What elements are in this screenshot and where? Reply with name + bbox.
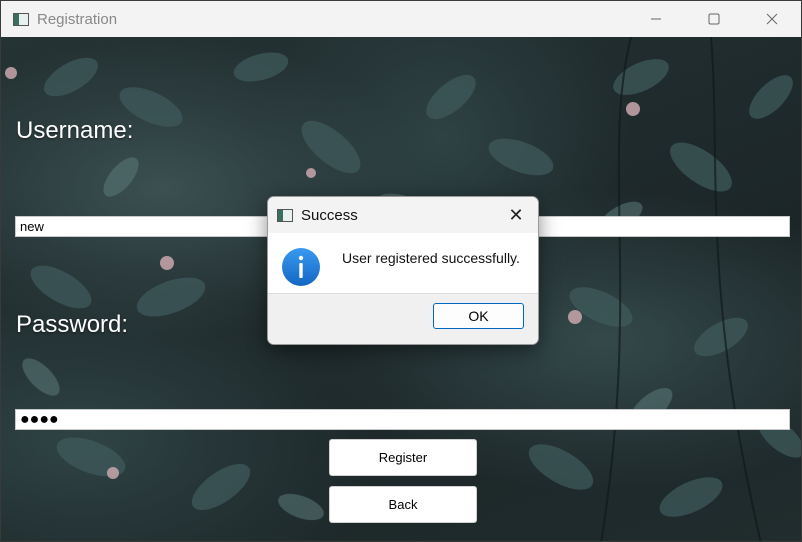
maximize-icon	[708, 13, 720, 25]
dialog-close-button[interactable]: ✕	[504, 203, 528, 227]
app-icon	[13, 12, 29, 26]
minimize-button[interactable]	[627, 1, 685, 37]
close-window-button[interactable]	[743, 1, 801, 37]
dialog-app-icon	[277, 208, 293, 222]
password-input[interactable]: ●●●●	[15, 409, 790, 430]
minimize-icon	[651, 18, 661, 20]
dialog-title-bar[interactable]: Success ✕	[268, 197, 538, 233]
back-button[interactable]: Back	[329, 486, 477, 523]
username-label: Username:	[16, 117, 134, 144]
info-icon	[282, 248, 320, 286]
window-controls	[627, 1, 801, 37]
dialog-footer: OK	[268, 293, 538, 344]
title-bar[interactable]: Registration	[1, 1, 801, 37]
dialog-message: User registered successfully.	[342, 250, 520, 266]
dialog-title: Success	[301, 206, 358, 224]
dialog-body: User registered successfully.	[268, 233, 538, 293]
register-button[interactable]: Register	[329, 439, 477, 476]
window-title: Registration	[37, 10, 118, 28]
registration-window: Registration Username: new Password: ●●●…	[0, 0, 802, 542]
close-icon	[766, 13, 778, 25]
success-dialog: Success ✕ User registered successfully.	[267, 196, 539, 345]
maximize-button[interactable]	[685, 1, 743, 37]
close-icon: ✕	[508, 204, 524, 225]
ok-button[interactable]: OK	[433, 303, 524, 329]
password-label: Password:	[16, 311, 129, 338]
